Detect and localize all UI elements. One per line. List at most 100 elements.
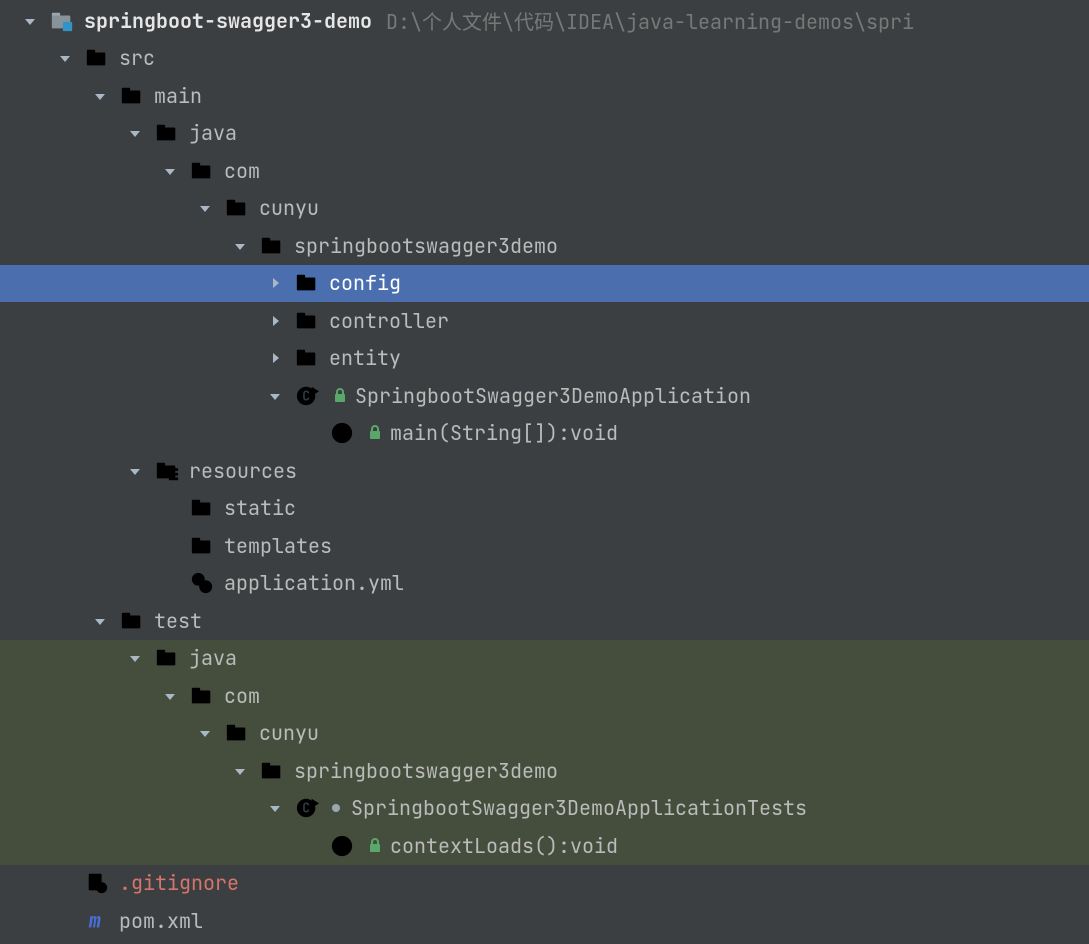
- tree-row-test[interactable]: test: [0, 602, 1089, 640]
- folder-icon: [258, 232, 286, 260]
- arrow-spacer: [298, 834, 322, 858]
- tree-row-entity[interactable]: entity: [0, 340, 1089, 378]
- arrow-spacer: [53, 909, 77, 933]
- tree-item-label: main: [154, 83, 202, 109]
- folder-icon: [188, 494, 216, 522]
- gitignore-icon: [83, 869, 111, 897]
- tree-item-label: java: [189, 645, 237, 671]
- expand-arrow-down-icon[interactable]: [158, 684, 182, 708]
- tree-row-app-class[interactable]: SpringbootSwagger3DemoApplication: [0, 377, 1089, 415]
- tree-row-config[interactable]: config: [0, 265, 1089, 303]
- expand-arrow-down-icon[interactable]: [123, 459, 147, 483]
- folder-icon: [258, 757, 286, 785]
- tree-item-label: pom.xml: [119, 908, 203, 934]
- expand-arrow-down-icon[interactable]: [123, 121, 147, 145]
- tree-row-static[interactable]: static: [0, 490, 1089, 528]
- tree-row-src[interactable]: src: [0, 40, 1089, 78]
- tree-row-test-cunyu[interactable]: cunyu: [0, 715, 1089, 753]
- folder-icon: [83, 44, 111, 72]
- tree-row-main-java[interactable]: java: [0, 115, 1089, 153]
- tree-row-test-java[interactable]: java: [0, 640, 1089, 678]
- folder-icon: [293, 307, 321, 335]
- expand-arrow-down-icon[interactable]: [228, 234, 252, 258]
- tree-item-label: application.yml: [224, 570, 404, 596]
- tree-item-label: SpringbootSwagger3DemoApplication: [355, 383, 751, 409]
- expand-arrow-down-icon[interactable]: [263, 796, 287, 820]
- tree-item-label: springbootswagger3demo: [294, 233, 558, 259]
- expand-arrow-right-icon[interactable]: [263, 346, 287, 370]
- folder-icon: [293, 269, 321, 297]
- folder-icon: [223, 719, 251, 747]
- folder-icon: [188, 682, 216, 710]
- expand-arrow-down-icon[interactable]: [123, 646, 147, 670]
- test-folder-icon: [153, 644, 181, 672]
- tree-item-label: src: [119, 45, 155, 71]
- test-class-icon: [293, 794, 321, 822]
- tree-item-label: templates: [224, 533, 332, 559]
- tree-row-test-method[interactable]: contextLoads():void: [0, 827, 1089, 865]
- tree-row-main-com[interactable]: com: [0, 152, 1089, 190]
- expand-arrow-right-icon[interactable]: [263, 309, 287, 333]
- maven-icon: [83, 907, 111, 935]
- expand-arrow-down-icon[interactable]: [18, 9, 42, 33]
- project-name: springboot-swagger3-demo: [84, 8, 372, 34]
- tree-item-label: cunyu: [259, 195, 319, 221]
- tree-row-test-class[interactable]: SpringbootSwagger3DemoApplicationTests: [0, 790, 1089, 828]
- tree-item-label: java: [189, 120, 237, 146]
- expand-arrow-down-icon[interactable]: [53, 46, 77, 70]
- tree-item-label: test: [154, 608, 202, 634]
- tree-item-label: entity: [329, 345, 401, 371]
- arrow-spacer: [158, 496, 182, 520]
- tree-item-label: config: [329, 270, 401, 296]
- folder-icon: [188, 532, 216, 560]
- method-icon: [328, 419, 356, 447]
- runnable-class-icon: [293, 382, 321, 410]
- lock-modifier-icon: [368, 420, 382, 446]
- folder-icon: [188, 157, 216, 185]
- tree-item-label: controller: [329, 308, 449, 334]
- project-path: D:\个人文件\代码\IDEA\java-learning-demos\spri: [386, 6, 914, 35]
- tree-row-main[interactable]: main: [0, 77, 1089, 115]
- folder-icon: [223, 194, 251, 222]
- tree-row-app-yml[interactable]: application.yml: [0, 565, 1089, 603]
- arrow-spacer: [53, 871, 77, 895]
- tree-row-test-com[interactable]: com: [0, 677, 1089, 715]
- resources-folder-icon: [153, 457, 181, 485]
- tree-item-label: com: [224, 158, 260, 184]
- tree-row-resources[interactable]: resources: [0, 452, 1089, 490]
- expand-arrow-down-icon[interactable]: [228, 759, 252, 783]
- expand-arrow-right-icon[interactable]: [263, 271, 287, 295]
- tree-row-app-main[interactable]: main(String[]):void: [0, 415, 1089, 453]
- arrow-spacer: [158, 571, 182, 595]
- tree-item-label: resources: [189, 458, 297, 484]
- lock-modifier-icon: [368, 833, 382, 859]
- expand-arrow-down-icon[interactable]: [193, 721, 217, 745]
- arrow-spacer: [158, 534, 182, 558]
- tree-row-main-pkg[interactable]: springbootswagger3demo: [0, 227, 1089, 265]
- tree-row-root[interactable]: springboot-swagger3-demo D:\个人文件\代码\IDEA\…: [0, 2, 1089, 40]
- expand-arrow-down-icon[interactable]: [88, 84, 112, 108]
- project-folder-icon: [48, 7, 76, 35]
- folder-icon: [118, 607, 146, 635]
- tree-item-label: springbootswagger3demo: [294, 758, 558, 784]
- expand-arrow-down-icon[interactable]: [193, 196, 217, 220]
- tree-item-label: main(String[]):void: [390, 420, 618, 446]
- tree-row-gitignore[interactable]: .gitignore: [0, 865, 1089, 903]
- project-tree[interactable]: springboot-swagger3-demo D:\个人文件\代码\IDEA\…: [0, 0, 1089, 940]
- yaml-config-icon: [188, 569, 216, 597]
- tree-row-pom[interactable]: pom.xml: [0, 902, 1089, 940]
- expand-arrow-down-icon[interactable]: [158, 159, 182, 183]
- expand-arrow-down-icon[interactable]: [88, 609, 112, 633]
- tree-row-templates[interactable]: templates: [0, 527, 1089, 565]
- tree-item-label: cunyu: [259, 720, 319, 746]
- tree-row-controller[interactable]: controller: [0, 302, 1089, 340]
- expand-arrow-down-icon[interactable]: [263, 384, 287, 408]
- tree-row-test-pkg[interactable]: springbootswagger3demo: [0, 752, 1089, 790]
- source-folder-icon: [153, 119, 181, 147]
- lock-modifier-icon: [333, 383, 347, 409]
- folder-icon: [293, 344, 321, 372]
- tree-row-main-cunyu[interactable]: cunyu: [0, 190, 1089, 228]
- tree-item-label: contextLoads():void: [390, 833, 618, 859]
- tree-item-label: .gitignore: [119, 870, 239, 896]
- tree-item-label: com: [224, 683, 260, 709]
